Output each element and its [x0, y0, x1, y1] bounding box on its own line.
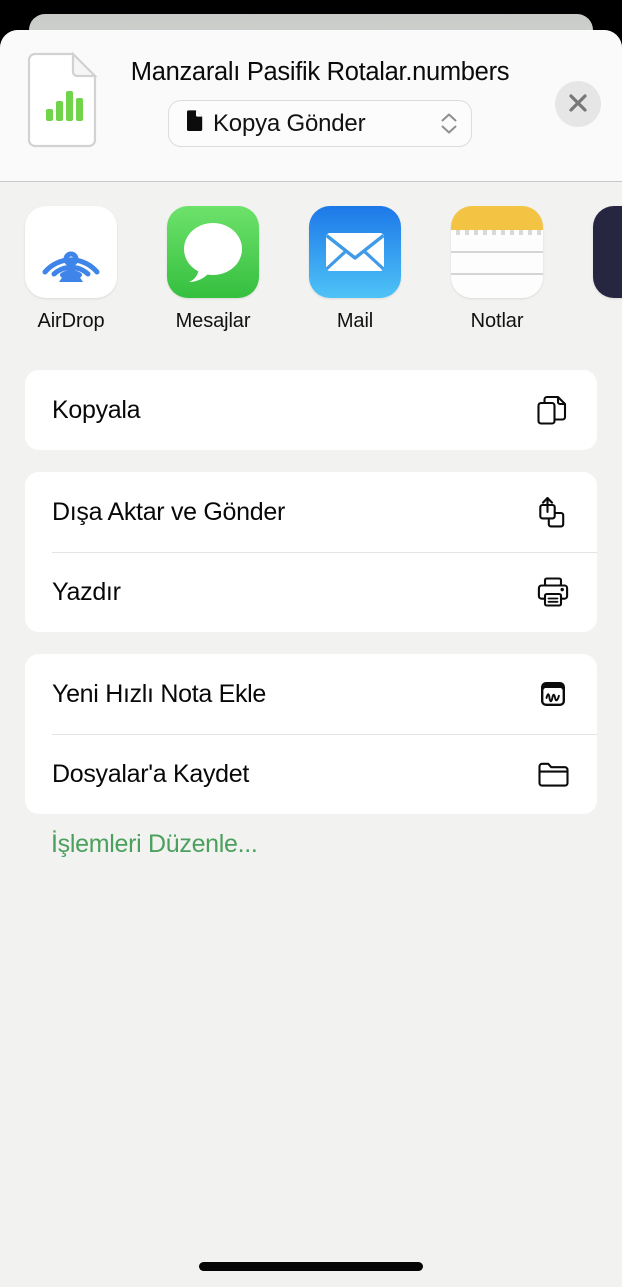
messages-icon	[167, 206, 259, 298]
action-row-dosyalara-kaydet[interactable]: Dosyalar'a Kaydet	[25, 734, 597, 814]
share-target-mail[interactable]: Mail	[284, 206, 426, 333]
edit-actions-link[interactable]: İşlemleri Düzenle...	[51, 830, 258, 859]
share-target-airdrop[interactable]: AirDrop	[0, 206, 142, 333]
action-group: Dışa Aktar ve Gönder Yazdır	[25, 472, 597, 632]
action-row-yazdir[interactable]: Yazdır	[25, 552, 597, 632]
airdrop-icon	[25, 206, 117, 298]
chevron-up-down-icon	[441, 113, 457, 134]
partial-app-icon	[593, 206, 622, 298]
share-target-notes[interactable]: Notlar	[426, 206, 568, 333]
edit-actions-row: İşlemleri Düzenle...	[0, 830, 622, 859]
action-group: Yeni Hızlı Nota Ekle Dosyalar'a Kaydet	[25, 654, 597, 814]
document-icon	[186, 110, 203, 137]
copy-icon	[535, 392, 571, 428]
share-sheet: Manzaralı Pasifik Rotalar.numbers Kopya …	[0, 30, 622, 1287]
action-groups: Kopyala Dışa Aktar ve Gönder Yazdır Yeni…	[0, 360, 622, 859]
home-indicator[interactable]	[199, 1262, 423, 1271]
quick-note-icon	[535, 676, 571, 712]
header-center: Manzaralı Pasifik Rotalar.numbers Kopya …	[110, 56, 530, 147]
action-label: Yazdır	[52, 577, 121, 606]
action-row-yeni-hizli-nota-ekle[interactable]: Yeni Hızlı Nota Ekle	[25, 654, 597, 734]
action-label: Kopyala	[52, 395, 141, 424]
action-label: Yeni Hızlı Nota Ekle	[52, 679, 267, 708]
share-sheet-header: Manzaralı Pasifik Rotalar.numbers Kopya …	[0, 30, 622, 182]
action-row-kopyala[interactable]: Kopyala	[25, 370, 597, 450]
share-target-partial[interactable]	[568, 206, 622, 310]
notes-icon	[451, 206, 543, 298]
mail-icon	[309, 206, 401, 298]
action-row-disa-aktar-ve-gonder[interactable]: Dışa Aktar ve Gönder	[25, 472, 597, 552]
printer-icon	[535, 574, 571, 610]
share-targets-row[interactable]: AirDrop Mesajlar Mail Notlar	[0, 182, 622, 360]
send-options-dropdown[interactable]: Kopya Gönder	[168, 100, 472, 147]
share-export-icon	[535, 494, 571, 530]
share-target-label: Notlar	[470, 310, 524, 332]
page-title: Manzaralı Pasifik Rotalar.numbers	[130, 58, 510, 86]
share-target-label: AirDrop	[37, 310, 105, 332]
action-label: Dosyalar'a Kaydet	[52, 759, 249, 788]
numbers-spreadsheet-icon	[27, 51, 98, 148]
close-button[interactable]	[555, 81, 601, 127]
share-target-messages[interactable]: Mesajlar	[142, 206, 284, 333]
share-target-label: Mail	[336, 310, 374, 332]
share-target-label: Mesajlar	[175, 310, 251, 332]
close-icon	[567, 92, 589, 117]
folder-icon	[535, 756, 571, 792]
send-options-label: Kopya Gönder	[213, 109, 366, 137]
action-label: Dışa Aktar ve Gönder	[52, 497, 286, 526]
action-group: Kopyala	[25, 370, 597, 450]
